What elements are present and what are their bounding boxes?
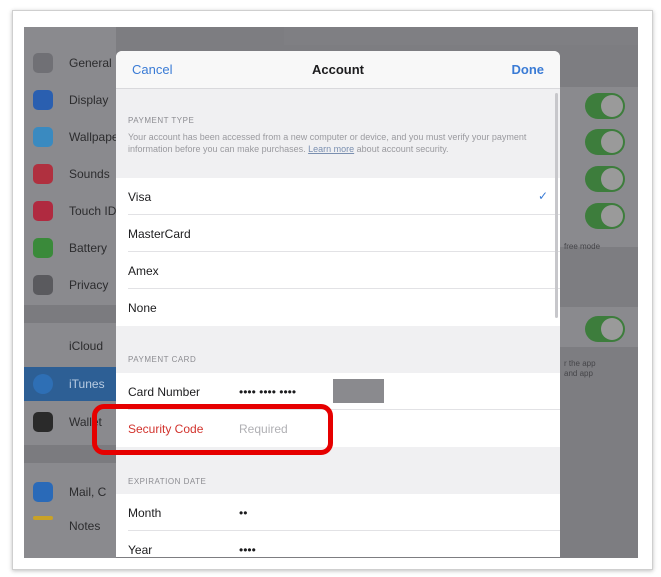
sidebar-item-label: Notes	[69, 519, 101, 533]
option-label: Amex	[128, 264, 159, 278]
sidebar-item-label: Touch ID	[69, 204, 117, 218]
sidebar-item-label: iCloud	[69, 339, 104, 353]
sidebar-item-label: Battery	[69, 241, 108, 255]
done-button[interactable]: Done	[512, 62, 545, 77]
sidebar-item-label: Display	[69, 93, 109, 107]
security-code-input[interactable]: Required	[239, 422, 288, 436]
expiration-date-header: EXPIRATION DATE	[128, 477, 207, 486]
payment-option-none[interactable]: None	[116, 289, 560, 326]
hand-icon	[33, 275, 53, 295]
sidebar-item-label: iTunes	[69, 377, 105, 391]
sidebar-item-label: Privacy	[69, 278, 109, 292]
checkmark-icon: ✓	[537, 189, 548, 203]
sidebar-item-label: Mail, C	[69, 485, 107, 499]
security-code-label: Security Code	[128, 422, 204, 436]
payment-card-header: PAYMENT CARD	[128, 355, 197, 364]
year-row[interactable]: Year ••••	[116, 531, 560, 557]
sidebar-item-label: Sounds	[69, 167, 110, 181]
redaction-box	[333, 379, 384, 403]
sidebar-item-wallpaper[interactable]: Wallpaper	[24, 120, 123, 154]
battery-icon	[33, 238, 53, 258]
sidebar-item-itunes[interactable]: iTunes	[24, 367, 116, 401]
app-store-icon	[33, 374, 53, 394]
settings-sidebar: General Display Wallpaper Sounds Touch I…	[24, 27, 123, 558]
description-text: about account security.	[356, 144, 449, 154]
option-label: None	[128, 301, 157, 315]
sidebar-item-general[interactable]: General	[24, 46, 116, 80]
sidebar-item-display[interactable]: Display	[24, 83, 116, 117]
card-number-row[interactable]: Card Number •••• •••• ••••	[116, 373, 560, 410]
sidebar-item-sounds[interactable]: Sounds	[24, 157, 116, 191]
mail-icon	[33, 482, 53, 502]
year-label: Year	[128, 543, 153, 557]
toggle-switch[interactable]	[585, 166, 625, 192]
account-modal: Cancel Account Done PAYMENT TYPE Your ac…	[116, 51, 560, 557]
gear-icon	[33, 53, 53, 73]
toggle-switch[interactable]	[585, 203, 625, 229]
wallet-icon	[33, 412, 53, 432]
option-label: Visa	[128, 190, 152, 204]
sidebar-item-wallet[interactable]: Wallet	[24, 405, 116, 439]
sidebar-item-label: General	[69, 56, 112, 70]
option-label: MasterCard	[128, 227, 191, 241]
sidebar-item-privacy[interactable]: Privacy	[24, 268, 116, 302]
month-row[interactable]: Month ••	[116, 494, 560, 531]
background-note: r the app and app	[564, 359, 596, 378]
payment-option-visa[interactable]: Visa ✓	[116, 178, 560, 215]
month-label: Month	[128, 506, 162, 520]
security-code-row[interactable]: Security Code Required	[116, 410, 560, 447]
fingerprint-icon	[33, 201, 53, 221]
notes-icon	[33, 516, 53, 520]
modal-header: Cancel Account Done	[116, 51, 560, 89]
sidebar-item-mail[interactable]: Mail, C	[24, 475, 116, 509]
modal-title: Account	[312, 62, 364, 77]
sound-icon	[33, 164, 53, 184]
sidebar-separator	[24, 305, 116, 323]
learn-more-link[interactable]: Learn more	[308, 144, 354, 154]
cloud-icon	[33, 336, 53, 356]
sidebar-item-touch-id[interactable]: Touch ID	[24, 194, 116, 228]
toggle-switch[interactable]	[585, 129, 625, 155]
wallpaper-icon	[33, 127, 53, 147]
year-value[interactable]: ••••	[239, 543, 256, 557]
background-header	[284, 27, 638, 45]
sidebar-item-icloud[interactable]: iCloud	[24, 329, 116, 363]
toggle-switch[interactable]	[585, 93, 625, 119]
payment-option-amex[interactable]: Amex	[116, 252, 560, 289]
payment-option-mastercard[interactable]: MasterCard	[116, 215, 560, 252]
payment-type-description: Your account has been accessed from a ne…	[128, 131, 538, 155]
sidebar-item-notes[interactable]: Notes	[24, 509, 116, 543]
card-number-value[interactable]: •••• •••• ••••	[239, 385, 296, 399]
sidebar-separator	[24, 445, 116, 463]
sidebar-item-battery[interactable]: Battery	[24, 231, 116, 265]
sidebar-item-label: Wallpaper	[69, 130, 123, 144]
scrollbar[interactable]	[555, 93, 558, 318]
month-value[interactable]: ••	[239, 506, 247, 520]
display-icon	[33, 90, 53, 110]
payment-type-header: PAYMENT TYPE	[128, 116, 195, 125]
background-note: free mode	[564, 242, 601, 251]
card-number-label: Card Number	[128, 385, 201, 399]
sidebar-item-label: Wallet	[69, 415, 102, 429]
toggle-switch[interactable]	[585, 316, 625, 342]
